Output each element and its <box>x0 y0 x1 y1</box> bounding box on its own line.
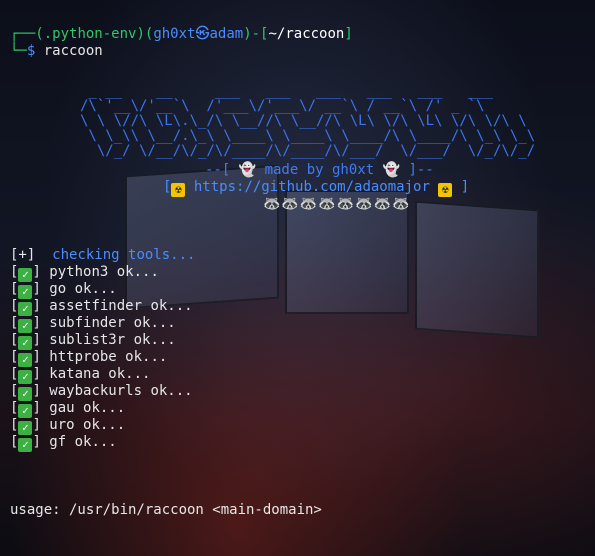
github-link[interactable]: https://github.com/adaomajor <box>194 179 430 195</box>
check-mark-icon: ✓ <box>18 404 33 418</box>
checks-header-text: checking tools... <box>52 247 196 263</box>
tool-check-text: gf ok... <box>49 434 117 450</box>
prompt-dir: ~/raccoon <box>268 26 345 42</box>
tool-check-text: katana ok... <box>49 366 151 382</box>
tool-check-text: sublist3r ok... <box>49 332 176 348</box>
check-mark-icon: ✓ <box>18 370 33 384</box>
check-mark-icon: ✓ <box>18 319 33 333</box>
check-mark-icon: ✓ <box>18 421 33 435</box>
tool-check-row: [✓] subfinder ok... <box>10 315 176 333</box>
tool-check-row: [✓] assetfinder ok... <box>10 298 193 316</box>
github-link-line: [☢ https://github.com/adaomajor ☢ ] <box>163 179 470 197</box>
prompt-line: ┌──(.python-env)(gh0xt㉿adam)-[~/raccoon] <box>10 26 353 42</box>
radioactive-icon: ☢ <box>438 183 453 197</box>
prompt-user: gh0xt <box>153 26 196 42</box>
tool-check-row: [✓] python3 ok... <box>10 264 159 282</box>
tool-check-row: [✓] katana ok... <box>10 366 151 384</box>
tool-check-text: httprobe ok... <box>49 349 168 365</box>
tool-check-row: [✓] waybackurls ok... <box>10 383 193 401</box>
check-mark-icon: ✓ <box>18 285 33 299</box>
tool-check-text: go ok... <box>49 281 117 297</box>
tool-check-row: [✓] uro ok... <box>10 417 126 435</box>
raccoon-icons: 🦝🦝🦝🦝🦝🦝🦝🦝 <box>263 196 411 212</box>
check-mark-icon: ✓ <box>18 353 33 367</box>
tool-check-row: [✓] sublist3r ok... <box>10 332 176 350</box>
tool-check-text: python3 ok... <box>49 264 159 280</box>
terminal-output[interactable]: ┌──(.python-env)(gh0xt㉿adam)-[~/raccoon]… <box>0 0 595 556</box>
checks-marker: [+] <box>10 247 36 263</box>
check-mark-icon: ✓ <box>18 268 33 282</box>
prompt-env: (.python-env) <box>35 26 145 42</box>
command-line: └─$ raccoon <box>10 43 103 59</box>
tool-check-text: uro ok... <box>49 417 126 433</box>
prompt-host: adam <box>209 26 244 42</box>
check-mark-icon: ✓ <box>18 302 33 316</box>
tool-check-row: [✓] go ok... <box>10 281 117 299</box>
tool-check-text: waybackurls ok... <box>49 383 193 399</box>
tool-check-row: [✓] httprobe ok... <box>10 349 168 367</box>
check-mark-icon: ✓ <box>18 336 33 350</box>
checks-header: [+] checking tools... <box>10 247 195 264</box>
tool-check-text: assetfinder ok... <box>49 298 193 314</box>
usage-line: usage: /usr/bin/raccoon <main-domain> <box>10 502 322 518</box>
check-mark-icon: ✓ <box>18 387 33 401</box>
skull-icon: ㉿ <box>195 26 210 42</box>
banner-ascii-art: _ __ __ ___ ___ ___ ___ ___ ___ /\`'__\/… <box>80 83 536 159</box>
check-mark-icon: ✓ <box>18 438 33 452</box>
command-text: raccoon <box>43 43 103 59</box>
tool-check-row: [✓] gf ok... <box>10 434 117 452</box>
made-by-line: --[ 👻 made by gh0xt 👻 ]-- <box>205 162 434 178</box>
radioactive-icon: ☢ <box>171 183 186 197</box>
tool-check-row: [✓] gau ok... <box>10 400 126 418</box>
tool-check-text: gau ok... <box>49 400 126 416</box>
tool-check-text: subfinder ok... <box>49 315 176 331</box>
